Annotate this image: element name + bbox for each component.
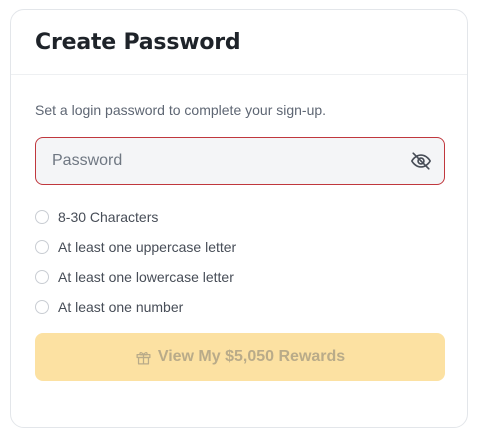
view-rewards-label: View My $5,050 Rewards — [157, 348, 346, 365]
view-rewards-button[interactable]: View My $5,050 Rewards — [35, 333, 445, 381]
requirement-item: At least one number — [35, 292, 236, 322]
requirement-item: 8-30 Characters — [35, 202, 236, 232]
requirement-status-icon — [35, 240, 49, 254]
card-header: Create Password — [11, 10, 467, 75]
requirement-label: At least one uppercase letter — [58, 239, 237, 255]
eye-slash-icon[interactable] — [410, 150, 432, 172]
requirement-status-icon — [35, 300, 49, 314]
instruction-text: Set a login password to complete your si… — [35, 102, 327, 118]
requirement-label: At least one lowercase letter — [58, 269, 234, 285]
create-password-card: Create Password Set a login password to … — [10, 9, 468, 428]
requirement-status-icon — [35, 210, 49, 224]
requirement-label: At least one number — [58, 299, 184, 315]
password-field — [35, 137, 445, 185]
requirement-item: At least one uppercase letter — [35, 232, 236, 262]
password-input[interactable] — [36, 138, 396, 184]
password-requirements: 8-30 Characters At least one uppercase l… — [35, 202, 236, 322]
requirement-status-icon — [35, 270, 49, 284]
requirement-label: 8-30 Characters — [58, 209, 159, 225]
requirement-item: At least one lowercase letter — [35, 262, 236, 292]
page-title: Create Password — [35, 30, 241, 55]
gift-icon — [135, 349, 152, 366]
